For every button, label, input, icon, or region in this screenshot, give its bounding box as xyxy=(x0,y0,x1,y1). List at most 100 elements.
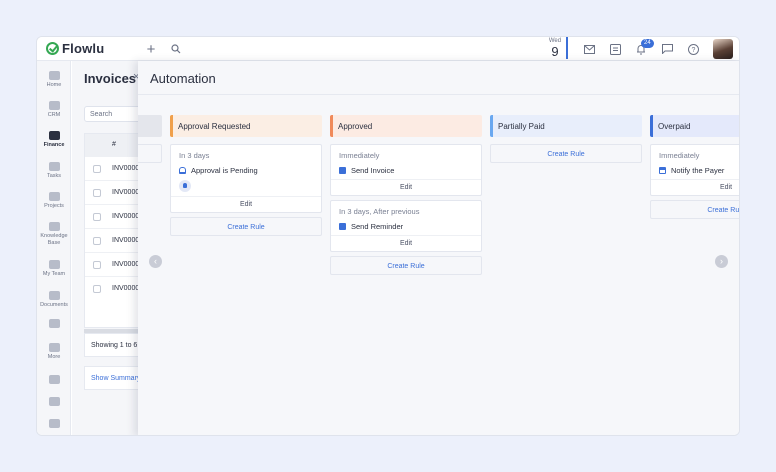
column-header xyxy=(138,115,162,137)
edit-rule-button[interactable]: Edit xyxy=(331,179,481,195)
documents-icon xyxy=(48,291,60,300)
nav-label: Projects xyxy=(44,203,64,209)
finance-icon xyxy=(48,131,60,140)
status-column-approved: Approved Immediately Send Invoice Edit I… xyxy=(330,115,482,275)
scroll-left-arrow-icon[interactable]: ‹ xyxy=(149,255,162,268)
app-icon xyxy=(48,375,60,384)
create-rule-button[interactable]: Create Rule xyxy=(170,217,322,236)
plus-icon[interactable]: + xyxy=(143,41,159,58)
row-checkbox[interactable] xyxy=(93,189,101,197)
rule-card[interactable]: In 3 days Approval is Pending Edit xyxy=(170,144,322,213)
nav-label: CRM xyxy=(47,112,61,118)
rule-timing: In 3 days, After previous xyxy=(339,207,420,216)
app-name: Flowlu xyxy=(62,41,105,56)
invoice-number: INV0000 xyxy=(112,213,140,220)
left-navigation: Home CRM Finance Tasks Projects Knowledg… xyxy=(37,61,71,435)
automation-board: Approval Requested In 3 days Approval is… xyxy=(138,95,739,435)
calendar-icon xyxy=(659,167,666,174)
rule-card[interactable]: Immediately Send Invoice Edit xyxy=(330,144,482,196)
notification-count-badge: 24 xyxy=(641,39,654,48)
search-icon[interactable] xyxy=(168,41,184,57)
rule-action-label: Send Invoice xyxy=(351,166,395,175)
rule-timing: In 3 days xyxy=(179,151,210,160)
nav-item-projects[interactable]: Projects xyxy=(37,192,71,210)
svg-text:?: ? xyxy=(691,47,695,54)
nav-label: My Team xyxy=(42,271,66,277)
rule-action: Send Invoice xyxy=(339,166,473,175)
nav-item-finance[interactable]: Finance xyxy=(37,131,71,149)
team-icon xyxy=(48,260,60,269)
nav-label: Knowledge Base xyxy=(40,233,68,246)
nav-item-documents[interactable]: Documents xyxy=(37,291,71,309)
create-rule-button[interactable]: Create Rule xyxy=(490,144,642,163)
board-scrollbar[interactable] xyxy=(298,435,658,436)
nav-label: Finance xyxy=(43,142,65,148)
mail-icon[interactable] xyxy=(581,41,597,57)
nav-item-crm[interactable]: CRM xyxy=(37,101,71,119)
row-checkbox[interactable] xyxy=(93,261,101,269)
rule-card[interactable]: In 3 days, After previous Send Reminder … xyxy=(330,200,482,252)
invoice-number: INV0000 xyxy=(112,189,140,196)
top-bar: Flowlu + Wed 9 24 ? xyxy=(37,37,739,61)
nav-item-extra[interactable] xyxy=(37,319,71,328)
nav-item-my-team[interactable]: My Team xyxy=(37,260,71,278)
invoice-number: INV0000 xyxy=(112,237,140,244)
row-checkbox[interactable] xyxy=(93,285,101,293)
document-icon xyxy=(339,167,346,174)
link-icon xyxy=(48,319,60,328)
rule-action: Approval is Pending xyxy=(179,166,313,175)
nav-item-knowledge-base[interactable]: Knowledge Base xyxy=(37,222,71,247)
column-header: Approved xyxy=(330,115,482,137)
edit-rule-button[interactable]: Edit xyxy=(171,196,321,212)
home-icon xyxy=(48,71,60,80)
rule-action-label: Notify the Payer xyxy=(671,166,725,175)
calendar-date[interactable]: Wed 9 xyxy=(544,37,568,59)
nav-label: Documents xyxy=(40,302,68,308)
status-column-partial xyxy=(138,115,162,163)
crm-icon xyxy=(48,101,60,110)
bell-icon xyxy=(179,167,186,174)
nav-label: Home xyxy=(46,82,62,88)
invoice-number: INV0000 xyxy=(112,165,140,172)
create-rule-button[interactable]: Create Rule xyxy=(650,200,739,219)
nav-label: More xyxy=(47,354,61,360)
invoices-title: Invoices xyxy=(84,71,137,86)
scroll-right-arrow-icon[interactable]: › xyxy=(715,255,728,268)
edit-rule-button[interactable]: Edit xyxy=(651,179,739,195)
notes-icon[interactable] xyxy=(607,41,623,57)
status-column-partially-paid: Partially Paid Create Rule xyxy=(490,115,642,163)
nav-item-home[interactable]: Home xyxy=(37,71,71,89)
chat-icon[interactable] xyxy=(659,41,675,57)
flowlu-logo[interactable]: Flowlu xyxy=(46,41,104,56)
nav-item-app-1[interactable] xyxy=(37,375,71,384)
row-checkbox[interactable] xyxy=(93,237,101,245)
automation-header: Automation xyxy=(138,61,739,95)
row-checkbox[interactable] xyxy=(93,213,101,221)
app-icon xyxy=(48,419,60,428)
status-column-approval-requested: Approval Requested In 3 days Approval is… xyxy=(170,115,322,236)
rule-timing: Immediately xyxy=(339,151,380,160)
nav-item-tasks[interactable]: Tasks xyxy=(37,162,71,180)
row-checkbox[interactable] xyxy=(93,165,101,173)
rule-action-label: Send Reminder xyxy=(351,222,404,231)
user-avatar[interactable] xyxy=(713,39,733,59)
app-icon xyxy=(48,397,60,406)
nav-item-more[interactable]: More xyxy=(37,343,71,361)
nav-item-app-3[interactable] xyxy=(37,419,71,428)
column-header: Overpaid xyxy=(650,115,739,137)
edit-rule-button[interactable]: Edit xyxy=(331,235,481,251)
rule-action: Send Reminder xyxy=(339,222,473,231)
column-header: Partially Paid xyxy=(490,115,642,137)
document-icon xyxy=(339,223,346,230)
invoice-number: INV0000 xyxy=(112,285,140,292)
projects-icon xyxy=(48,192,60,201)
nav-label: Tasks xyxy=(46,173,62,179)
create-rule-button[interactable] xyxy=(138,144,162,163)
help-icon[interactable]: ? xyxy=(685,41,701,57)
rule-timing: Immediately xyxy=(659,151,700,160)
nav-item-app-2[interactable] xyxy=(37,397,71,406)
rule-card[interactable]: Immediately Notify the Payer Edit xyxy=(650,144,739,196)
app-window: Flowlu + Wed 9 24 ? Home CRM Finance Tas… xyxy=(36,36,740,436)
status-column-overpaid: Overpaid Immediately Notify the Payer Ed… xyxy=(650,115,739,219)
create-rule-button[interactable]: Create Rule xyxy=(330,256,482,275)
